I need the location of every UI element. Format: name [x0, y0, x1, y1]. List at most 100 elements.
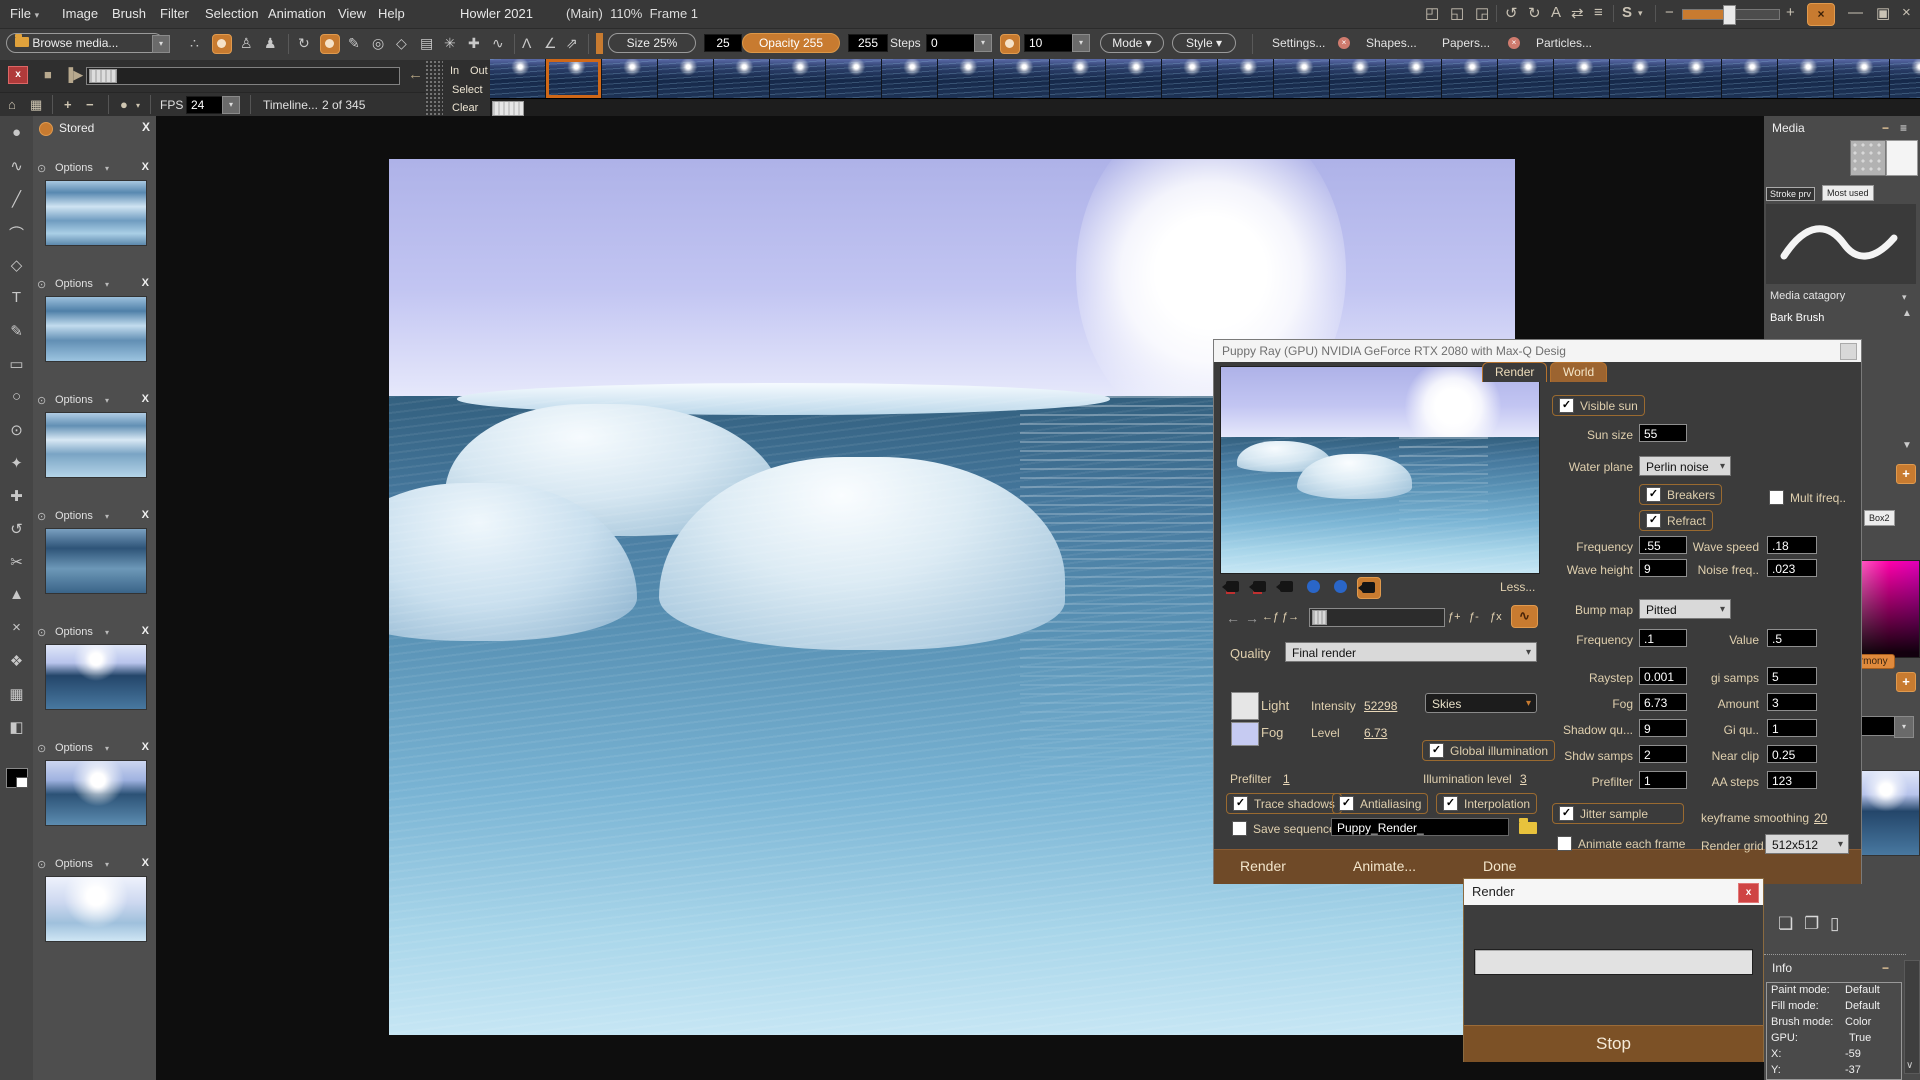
style-button[interactable]: Style ▾: [1172, 33, 1236, 53]
keyframe-smoothing-value[interactable]: 20: [1814, 811, 1827, 825]
row-close-button[interactable]: X: [142, 625, 149, 637]
tool-half-icon[interactable]: ◧: [0, 718, 33, 736]
menu-image[interactable]: Image: [62, 6, 98, 21]
trace-shadows-checkbox[interactable]: Trace shadows: [1226, 793, 1342, 814]
row-close-button[interactable]: X: [142, 393, 149, 405]
gi-samps-field[interactable]: 5: [1767, 667, 1817, 685]
tool-curve-icon[interactable]: ⌒: [0, 223, 33, 244]
timeline-frame[interactable]: [1666, 59, 1721, 98]
stored-close-button[interactable]: X: [142, 120, 150, 134]
star-brush-icon[interactable]: ✳: [444, 35, 456, 52]
done-button[interactable]: Done: [1483, 858, 1516, 874]
stored-thumbnail[interactable]: [45, 760, 147, 826]
clear-button[interactable]: Clear: [452, 102, 478, 114]
interpolation-checkbox[interactable]: Interpolation: [1436, 793, 1537, 814]
mode-button[interactable]: Mode ▾: [1100, 33, 1164, 53]
options-button[interactable]: Options: [55, 278, 93, 290]
cross-brush-icon[interactable]: ✚: [468, 35, 480, 52]
options-button[interactable]: Options: [55, 510, 93, 522]
chevron-down-icon[interactable]: ▾: [1638, 8, 1643, 19]
timeline-frame[interactable]: [1442, 59, 1497, 98]
chevron-down-icon[interactable]: ▾: [105, 396, 109, 405]
quality-dropdown[interactable]: Final render: [1285, 642, 1537, 662]
stored-thumbnail[interactable]: [45, 180, 147, 246]
mult-ifreq-checkbox[interactable]: Mult ifreq..: [1769, 490, 1846, 505]
browse-media-dropdown[interactable]: ▾: [152, 35, 170, 53]
lasso-brush-icon[interactable]: ∿: [492, 35, 504, 52]
tool-ellipse-select-icon[interactable]: ○: [0, 388, 33, 405]
menu-file[interactable]: File ▾: [10, 6, 39, 21]
tool-erase-icon[interactable]: ×: [0, 619, 33, 636]
value-field[interactable]: .5: [1767, 629, 1817, 647]
protractor-icon[interactable]: ∠: [544, 35, 557, 52]
dialog-close-button[interactable]: [1840, 343, 1857, 360]
film-icon[interactable]: ▦: [30, 97, 42, 113]
stamp-tool-icon[interactable]: ◱: [1450, 4, 1464, 22]
timeline-frame[interactable]: [826, 59, 881, 98]
prefilter-value[interactable]: 1: [1283, 772, 1290, 786]
fps-field[interactable]: 24: [186, 96, 226, 114]
rotate-brush-icon[interactable]: ↻: [298, 35, 310, 52]
scroll-down-icon[interactable]: ▼: [1902, 440, 1912, 451]
pencil-icon[interactable]: ✎: [348, 35, 360, 52]
tool-move-icon[interactable]: ✚: [0, 487, 33, 505]
add-key-button[interactable]: ƒ+: [1448, 611, 1461, 623]
frame-slider[interactable]: [86, 67, 400, 85]
scripts-icon[interactable]: S: [1622, 4, 1632, 21]
options-button[interactable]: Options: [55, 162, 93, 174]
density-dropdown[interactable]: ▾: [1072, 34, 1090, 52]
timeline-frame[interactable]: [1610, 59, 1665, 98]
timeline-frame[interactable]: [1778, 59, 1833, 98]
media-swatch-plain[interactable]: [1886, 140, 1918, 176]
keyframe-pin-icon[interactable]: ●: [120, 97, 128, 112]
tools-toggle-button[interactable]: ×: [1807, 3, 1835, 26]
steps-dropdown[interactable]: ▾: [974, 34, 992, 52]
scroll-up-icon[interactable]: ▲: [1902, 308, 1912, 319]
less-button[interactable]: Less...: [1500, 580, 1535, 594]
render-grid-dropdown[interactable]: 512x512: [1765, 834, 1849, 854]
restore-icon[interactable]: ▣: [1876, 4, 1890, 22]
warp-icon[interactable]: ⇄: [1571, 4, 1584, 22]
timeline-frame[interactable]: [1890, 59, 1920, 98]
refract-checkbox[interactable]: Refract: [1639, 510, 1713, 531]
dialog-titlebar[interactable]: Render: [1464, 879, 1763, 905]
airbrush-dots-icon[interactable]: ∴: [190, 35, 199, 52]
frame-slider-thumb[interactable]: [89, 69, 117, 83]
stored-thumbnail[interactable]: [45, 296, 147, 362]
zoom-in-icon[interactable]: +: [1786, 4, 1795, 21]
media-category-label[interactable]: Media catagory: [1770, 290, 1845, 302]
timeline-frame[interactable]: [1162, 59, 1217, 98]
gi-quality-field[interactable]: 1: [1767, 719, 1817, 737]
options-button[interactable]: Options: [55, 394, 93, 406]
goto-prev-key-icon[interactable]: ←ƒ: [1262, 611, 1279, 623]
media-thumbnail[interactable]: [1852, 770, 1920, 856]
stop-button[interactable]: Stop: [1464, 1025, 1763, 1062]
timeline-frame[interactable]: [1106, 59, 1161, 98]
value-dropdown[interactable]: ▾: [1894, 716, 1914, 738]
copy-icon[interactable]: ❏: [1778, 914, 1793, 934]
timeline-frame[interactable]: [994, 59, 1049, 98]
filmstrip-scroll-handle[interactable]: [492, 101, 524, 116]
chevron-down-icon[interactable]: ▾: [105, 628, 109, 637]
world-orbit-icon[interactable]: [1303, 577, 1325, 597]
tab-render[interactable]: Render: [1482, 362, 1547, 382]
add-media-button[interactable]: +: [1896, 464, 1916, 484]
tool-squiggle-icon[interactable]: ∿: [0, 157, 33, 175]
light-color-swatch[interactable]: [1231, 692, 1259, 720]
close-timeline-icon[interactable]: x: [8, 66, 28, 84]
prev-frame-icon[interactable]: ←: [408, 66, 423, 83]
menu-selection[interactable]: Selection: [205, 6, 258, 21]
fog-level-value[interactable]: 6.73: [1364, 726, 1387, 740]
menu-animation[interactable]: Animation: [268, 6, 326, 21]
key-next-icon[interactable]: →: [1245, 610, 1259, 626]
chevron-down-icon[interactable]: ▾: [105, 280, 109, 289]
antialiasing-checkbox[interactable]: Antialiasing: [1332, 793, 1428, 814]
timeline-frame[interactable]: [1834, 59, 1889, 98]
opacity-field[interactable]: 255: [848, 34, 888, 52]
zoom-out-icon[interactable]: −: [1665, 4, 1674, 21]
tool-rect-select-icon[interactable]: ▭: [0, 355, 33, 373]
tool-scissors-icon[interactable]: ✂: [0, 553, 33, 571]
fog-color-swatch[interactable]: [1231, 722, 1259, 746]
options-button[interactable]: Options: [55, 626, 93, 638]
chevron-down-icon[interactable]: ▾: [105, 744, 109, 753]
